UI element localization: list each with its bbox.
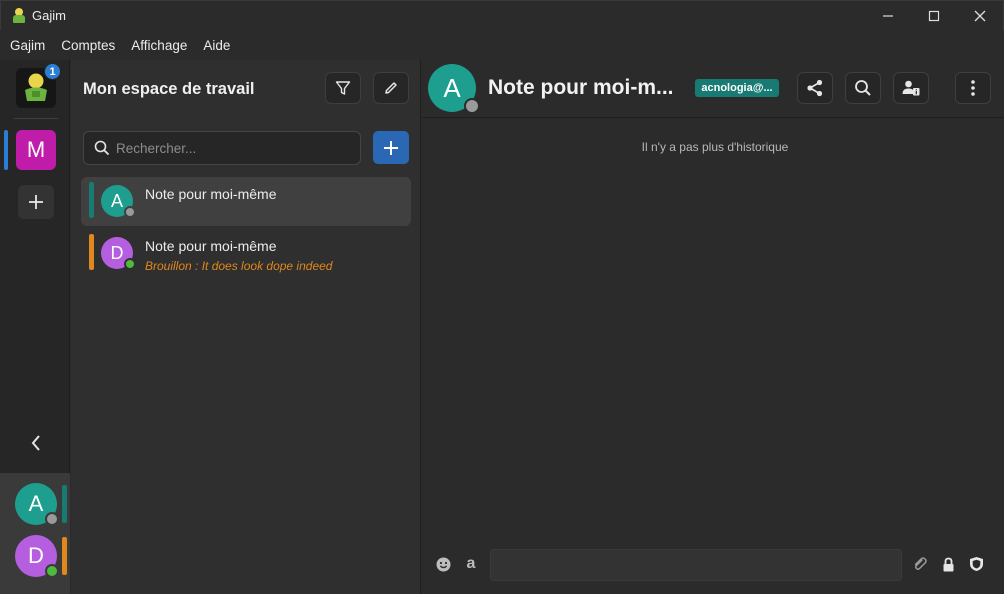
collapse-sidebar-button[interactable] [26, 432, 46, 454]
paperclip-icon [914, 557, 927, 570]
lock-icon [943, 557, 953, 571]
status-offline-indicator [45, 512, 59, 526]
format-text-icon: a [466, 555, 476, 572]
plus-icon [29, 195, 43, 209]
status-online-indicator [45, 564, 59, 578]
encryption-toggle-button[interactable] [939, 555, 957, 573]
maximize-button[interactable] [911, 1, 957, 31]
chat-list-panel: Mon espace de travail A Note pour moi-mê… [71, 60, 421, 594]
chat-avatar: A [101, 185, 136, 218]
workspace-rail: 1 M A D [0, 60, 70, 594]
chat-name: Note pour moi-même [145, 186, 277, 202]
conversation-title: Note pour moi-m... [488, 76, 674, 99]
account-avatar[interactable]: A [15, 483, 59, 526]
chat-list-item[interactable]: A Note pour moi-même [81, 177, 411, 226]
minimize-button[interactable] [865, 1, 911, 31]
menu-comptes[interactable]: Comptes [61, 38, 115, 53]
conversation-header: A Note pour moi-m... acnologia@... [422, 60, 1004, 118]
workspace-title: Mon espace de travail [83, 80, 255, 98]
edit-button[interactable] [373, 72, 409, 104]
contact-avatar[interactable]: A [428, 64, 480, 114]
chat-list-item[interactable]: D Note pour moi-même Brouillon : It does… [81, 229, 411, 278]
chat-avatar: D [101, 237, 136, 270]
search-history-button[interactable] [845, 72, 881, 104]
chat-avatar-letter: D [110, 242, 124, 263]
account-avatar[interactable]: D [15, 535, 59, 578]
filter-button[interactable] [325, 72, 361, 104]
add-workspace-button[interactable] [18, 185, 54, 219]
contact-info-icon [902, 80, 920, 96]
account-list: A D [0, 473, 70, 594]
chevron-left-icon [31, 435, 40, 451]
chat-avatar-letter: A [110, 190, 123, 211]
search-icon [855, 80, 871, 96]
active-workspace-indicator [4, 130, 8, 170]
status-online-indicator [124, 258, 136, 270]
search-input[interactable] [116, 140, 356, 156]
conversation-panel: A Note pour moi-m... acnologia@... Il n'… [422, 60, 1004, 594]
window-title: Gajim [32, 8, 66, 23]
menu-aide[interactable]: Aide [203, 38, 230, 53]
more-menu-icon [971, 80, 975, 96]
message-input[interactable] [490, 549, 902, 581]
window-titlebar: Gajim [0, 0, 1004, 30]
format-text-button[interactable]: a [462, 555, 480, 573]
encryption-details-button[interactable] [967, 555, 985, 573]
share-button[interactable] [797, 72, 833, 104]
notification-badge: 1 [44, 63, 61, 80]
emoji-button[interactable] [434, 555, 452, 573]
status-offline-indicator [124, 206, 136, 218]
close-button[interactable] [957, 1, 1003, 31]
chat-name: Note pour moi-même [145, 238, 277, 254]
share-icon [807, 79, 823, 97]
emoji-icon [436, 557, 450, 571]
maximize-icon [928, 10, 940, 22]
status-offline-indicator [464, 98, 480, 114]
minimize-icon [883, 15, 893, 17]
message-composer: a [422, 540, 1004, 594]
account-color-strip [89, 234, 94, 270]
account-avatar-letter: D [28, 543, 44, 568]
attach-file-button[interactable] [911, 555, 929, 573]
rail-divider [14, 118, 58, 119]
search-icon [94, 140, 110, 156]
menu-affichage[interactable]: Affichage [131, 38, 187, 53]
account-color-bar [62, 485, 67, 523]
no-history-label: Il n'y a pas plus d'historique [641, 140, 789, 154]
contact-details-button[interactable] [893, 72, 929, 104]
shield-icon [969, 557, 983, 571]
more-options-button[interactable] [955, 72, 991, 104]
pencil-icon [385, 82, 397, 94]
start-chat-button[interactable] [373, 131, 409, 164]
close-icon [974, 10, 986, 22]
menu-gajim[interactable]: Gajim [10, 38, 45, 53]
account-color-strip [89, 182, 94, 218]
workspace-button[interactable]: M [16, 130, 56, 170]
contact-avatar-letter: A [443, 72, 461, 103]
filter-icon [335, 81, 351, 95]
account-color-bar [62, 537, 67, 575]
account-jid-badge: acnologia@... [695, 79, 779, 97]
draft-preview: Brouillon : It does look dope indeed [145, 259, 333, 273]
menubar: Gajim Comptes Affichage Aide [0, 30, 1004, 60]
account-avatar-letter: A [28, 491, 44, 516]
search-field[interactable] [83, 131, 361, 165]
plus-icon [384, 140, 398, 155]
gajim-logo-icon [12, 7, 26, 24]
